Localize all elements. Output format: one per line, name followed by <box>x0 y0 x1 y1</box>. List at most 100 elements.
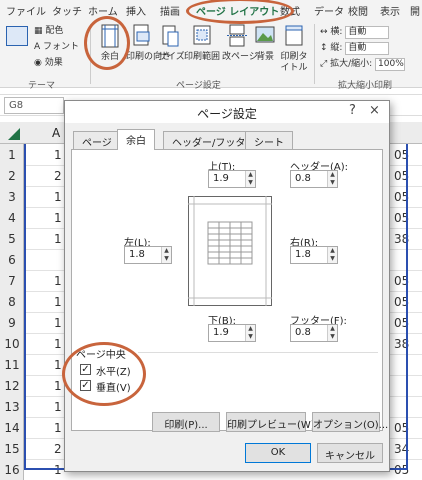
row-number[interactable]: 12 <box>0 379 24 393</box>
print-preview-button[interactable]: 印刷プレビュー(W) <box>226 412 315 432</box>
cell-a[interactable]: 1 <box>54 400 62 414</box>
tab-touch[interactable]: タッチ <box>52 3 82 18</box>
select-all-icon[interactable] <box>4 126 22 142</box>
spinner-arrows-icon[interactable]: ▲ ▼ <box>245 325 255 341</box>
row-number[interactable]: 10 <box>0 337 24 351</box>
ribbon: ▦ 配色 A フォント ◉ 効果 テーマ 余白 印刷の向き サイズ 印刷範囲 改… <box>0 20 422 91</box>
row-number[interactable]: 3 <box>0 190 24 204</box>
header-margin-value: 0.8 <box>295 173 311 184</box>
orientation-icon <box>133 24 150 46</box>
row-number[interactable]: 16 <box>0 463 24 477</box>
cell-a[interactable]: 2 <box>54 442 62 456</box>
orientation-button[interactable]: 印刷の向き <box>126 24 171 63</box>
tab-view[interactable]: 表示 <box>380 3 400 18</box>
row-number[interactable]: 2 <box>0 169 24 183</box>
print-area-icon <box>193 25 211 45</box>
name-box[interactable]: G8 <box>4 97 64 114</box>
row-number[interactable]: 9 <box>0 316 24 330</box>
row-number[interactable]: 1 <box>0 148 24 162</box>
scale-label: 拡大/縮小: <box>330 59 373 69</box>
cell-a[interactable]: 1 <box>54 316 62 330</box>
tab-insert[interactable]: 挿入 <box>126 3 146 18</box>
row-number[interactable]: 14 <box>0 421 24 435</box>
cell-a[interactable]: 1 <box>54 274 62 288</box>
cell-a[interactable]: 1 <box>54 232 62 246</box>
print-button[interactable]: 印刷(P)... <box>152 412 220 432</box>
cell-a[interactable]: 1 <box>54 337 62 351</box>
tab-sheet[interactable]: シート <box>245 131 293 149</box>
row-number[interactable]: 15 <box>0 442 24 456</box>
cell-a[interactable]: 1 <box>54 190 62 204</box>
left-margin-input[interactable]: 1.8 ▲ ▼ <box>124 246 172 264</box>
spinner-arrows-icon[interactable]: ▲ ▼ <box>161 247 171 263</box>
tab-review[interactable]: 校閲 <box>348 3 368 18</box>
scale-control[interactable]: ⤢ 拡大/縮小: 100% <box>320 58 406 71</box>
print-titles-label: 印刷タイトル <box>280 52 308 73</box>
background-button[interactable]: 背景 <box>254 24 276 63</box>
cell-a[interactable]: 1 <box>54 421 62 435</box>
cell-a[interactable]: 1 <box>54 463 62 477</box>
size-button[interactable]: サイズ <box>158 24 185 63</box>
options-button[interactable]: オプション(O)... <box>312 412 388 432</box>
spinner-arrows-icon[interactable]: ▲ ▼ <box>245 171 255 187</box>
tab-more[interactable]: 開 <box>410 3 420 18</box>
cell-a[interactable]: 2 <box>54 169 62 183</box>
fonts-button[interactable]: A フォント <box>34 42 79 53</box>
height-label: 縦: <box>330 43 343 53</box>
bottom-margin-input[interactable]: 1.9 ▲ ▼ <box>208 324 256 342</box>
colors-button[interactable]: ▦ 配色 <box>34 26 63 37</box>
group-divider <box>138 352 378 353</box>
cell-a[interactable]: 1 <box>54 295 62 309</box>
bottom-margin-value: 1.9 <box>213 327 229 338</box>
row-number[interactable]: 5 <box>0 232 24 246</box>
print-titles-button[interactable]: 印刷タイトル <box>278 24 310 74</box>
row-number[interactable]: 6 <box>0 253 24 267</box>
height-control[interactable]: ↕ 縦: 自動 <box>320 42 390 55</box>
spinner-arrows-icon[interactable]: ▲ ▼ <box>327 171 337 187</box>
row-number[interactable]: 13 <box>0 400 24 414</box>
tab-data[interactable]: データ <box>314 3 344 18</box>
tab-margins[interactable]: 余白 <box>117 129 155 150</box>
row-number[interactable]: 11 <box>0 358 24 372</box>
close-button[interactable]: × <box>369 103 380 118</box>
cell-a[interactable]: 1 <box>54 379 62 393</box>
column-header-a[interactable]: A <box>52 126 60 140</box>
header-margin-input[interactable]: 0.8 ▲ ▼ <box>290 170 338 188</box>
themes-icon[interactable] <box>6 26 28 46</box>
print-area-button[interactable]: 印刷範囲 <box>184 24 220 63</box>
width-control[interactable]: ↔ 横: 自動 <box>320 26 390 39</box>
spinner-arrows-icon[interactable]: ▲ ▼ <box>327 247 337 263</box>
left-margin-value: 1.8 <box>129 249 145 260</box>
breaks-button[interactable]: 改ページ <box>222 24 258 63</box>
right-margin-input[interactable]: 1.8 ▲ ▼ <box>290 246 338 264</box>
top-margin-input[interactable]: 1.9 ▲ ▼ <box>208 170 256 188</box>
effects-button[interactable]: ◉ 効果 <box>34 58 63 69</box>
right-margin-value: 1.8 <box>295 249 311 260</box>
theme-group-label: テーマ <box>28 81 56 91</box>
row-number[interactable]: 7 <box>0 274 24 288</box>
help-button[interactable]: ? <box>349 103 356 118</box>
row-number[interactable]: 4 <box>0 211 24 225</box>
cell-a[interactable]: 1 <box>54 148 62 162</box>
size-label: サイズ <box>158 52 185 62</box>
footer-margin-input[interactable]: 0.8 ▲ ▼ <box>290 324 338 342</box>
highlight-ring-margins-button <box>84 16 130 70</box>
spinner-arrows-icon[interactable]: ▲ ▼ <box>327 325 337 341</box>
ribbon-divider <box>314 24 315 84</box>
background-icon <box>255 26 275 43</box>
height-value[interactable]: 自動 <box>345 42 390 55</box>
cell-a[interactable]: 1 <box>54 358 62 372</box>
colors-label: 配色 <box>45 26 64 36</box>
row-number[interactable]: 8 <box>0 295 24 309</box>
scale-value[interactable]: 100% <box>375 58 406 71</box>
tab-page[interactable]: ページ <box>73 131 121 149</box>
tab-file[interactable]: ファイル <box>6 3 46 18</box>
page-preview <box>188 196 272 306</box>
tab-draw[interactable]: 描画 <box>160 3 180 18</box>
cancel-button[interactable]: キャンセル <box>317 443 383 463</box>
footer-margin-value: 0.8 <box>295 327 311 338</box>
width-value[interactable]: 自動 <box>345 26 390 39</box>
ok-button[interactable]: OK <box>245 443 311 463</box>
cell-a[interactable]: 1 <box>54 211 62 225</box>
top-margin-value: 1.9 <box>213 173 229 184</box>
